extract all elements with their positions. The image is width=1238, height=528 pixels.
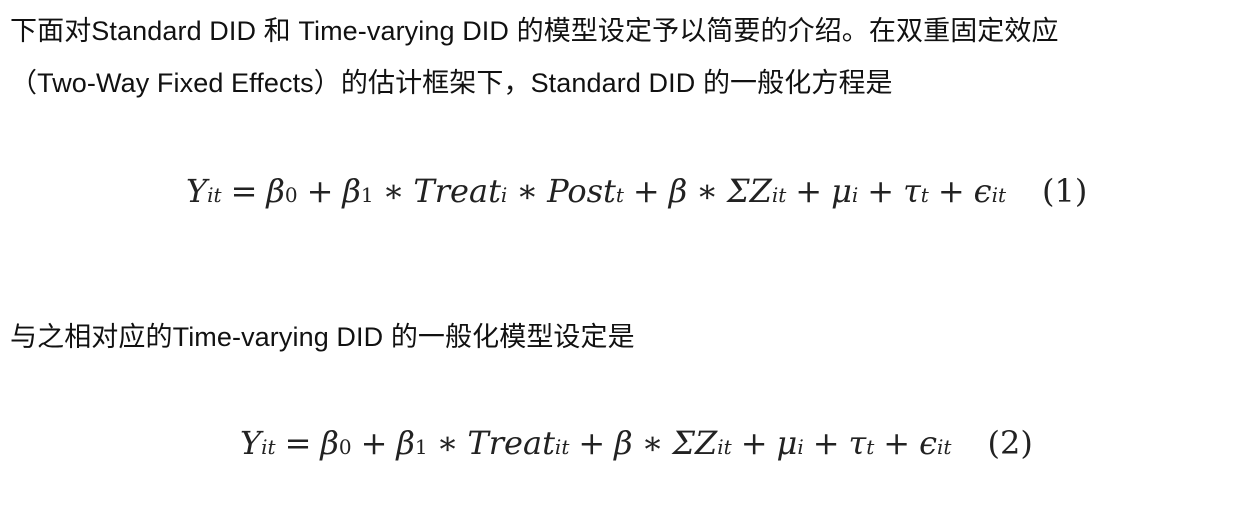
eq2-y: Y bbox=[240, 424, 262, 462]
eq1-times-3: ∗ bbox=[696, 172, 718, 210]
eq1-tau: τ bbox=[903, 172, 921, 210]
eq1-y: Y bbox=[186, 172, 208, 210]
bridge-line-1: 与之相对应的Time-varying DID 的一般化模型设定是 bbox=[10, 322, 635, 352]
eq1-plus-3: + bbox=[795, 172, 823, 210]
eq2-plus-1: + bbox=[360, 424, 388, 462]
eq1-beta1: β bbox=[342, 172, 361, 210]
eq2-sigma-z: ΣZ bbox=[672, 424, 718, 462]
eq1-beta0: β bbox=[266, 172, 285, 210]
eq1-sigma-z-sub: it bbox=[771, 183, 787, 207]
eq2-epsilon: ϵ bbox=[919, 424, 938, 462]
eq1-plus-5: + bbox=[937, 172, 965, 210]
eq1-treat: Treat bbox=[413, 172, 501, 210]
eq2-sigma-z-sub: it bbox=[717, 435, 732, 459]
eq1-plus-2: + bbox=[632, 172, 660, 210]
intro-paragraph: 下面对Standard DID 和 Time-varying DID 的模型设定… bbox=[10, 5, 1059, 109]
eq2-beta0: β bbox=[320, 424, 339, 462]
eq1-plus-4: + bbox=[867, 172, 895, 210]
eq1-times-2: ∗ bbox=[516, 172, 539, 210]
equation-1: Yit = β0 + β1 ∗ Treat i ∗ Post t + β ∗ ΣZ i… bbox=[186, 172, 1088, 210]
eq1-mu: μ bbox=[831, 172, 852, 210]
eq2-tag: (2) bbox=[987, 424, 1033, 462]
eq1-tau-sub: t bbox=[920, 183, 929, 207]
eq2-plus-5: + bbox=[883, 424, 911, 462]
eq2-mu: μ bbox=[776, 424, 798, 462]
eq2-beta: β bbox=[614, 424, 633, 462]
eq2-tau: τ bbox=[848, 424, 867, 462]
eq1-equals: = bbox=[230, 172, 258, 210]
eq2-plus-2: + bbox=[578, 424, 606, 462]
eq2-plus-3: + bbox=[740, 424, 768, 462]
eq2-tau-sub: t bbox=[866, 435, 875, 459]
eq2-epsilon-sub: it bbox=[937, 435, 952, 459]
eq2-times-1: ∗ bbox=[436, 424, 459, 462]
equation-2: Yit = β0 + β1 ∗ Treat it + β ∗ ΣZ it + μi … bbox=[240, 424, 1033, 462]
eq2-treat: Treat bbox=[467, 424, 555, 462]
eq2-y-sub: it bbox=[261, 435, 276, 459]
eq1-post: Post bbox=[547, 172, 616, 210]
eq1-sigma-z: ΣZ bbox=[726, 172, 772, 210]
eq2-equals: = bbox=[284, 424, 312, 462]
eq1-plus-1: + bbox=[306, 172, 334, 210]
eq1-epsilon-sub: it bbox=[991, 183, 1007, 207]
eq2-plus-4: + bbox=[812, 424, 840, 462]
intro-line-1: 下面对Standard DID 和 Time-varying DID 的模型设定… bbox=[10, 16, 1059, 46]
eq2-times-3: ∗ bbox=[641, 424, 664, 462]
bridge-paragraph: 与之相对应的Time-varying DID 的一般化模型设定是 bbox=[10, 311, 635, 363]
eq1-times-1: ∗ bbox=[382, 172, 405, 210]
intro-line-2: （Two-Way Fixed Effects）的估计框架下，Standard D… bbox=[10, 68, 893, 98]
eq1-tag: (1) bbox=[1042, 172, 1088, 210]
eq1-beta: β bbox=[668, 172, 688, 210]
eq1-epsilon: ϵ bbox=[973, 172, 992, 210]
eq1-post-sub: t bbox=[615, 183, 624, 207]
eq2-beta1: β bbox=[396, 424, 415, 462]
eq2-treat-sub: it bbox=[554, 435, 570, 459]
eq1-y-sub: it bbox=[207, 183, 222, 207]
